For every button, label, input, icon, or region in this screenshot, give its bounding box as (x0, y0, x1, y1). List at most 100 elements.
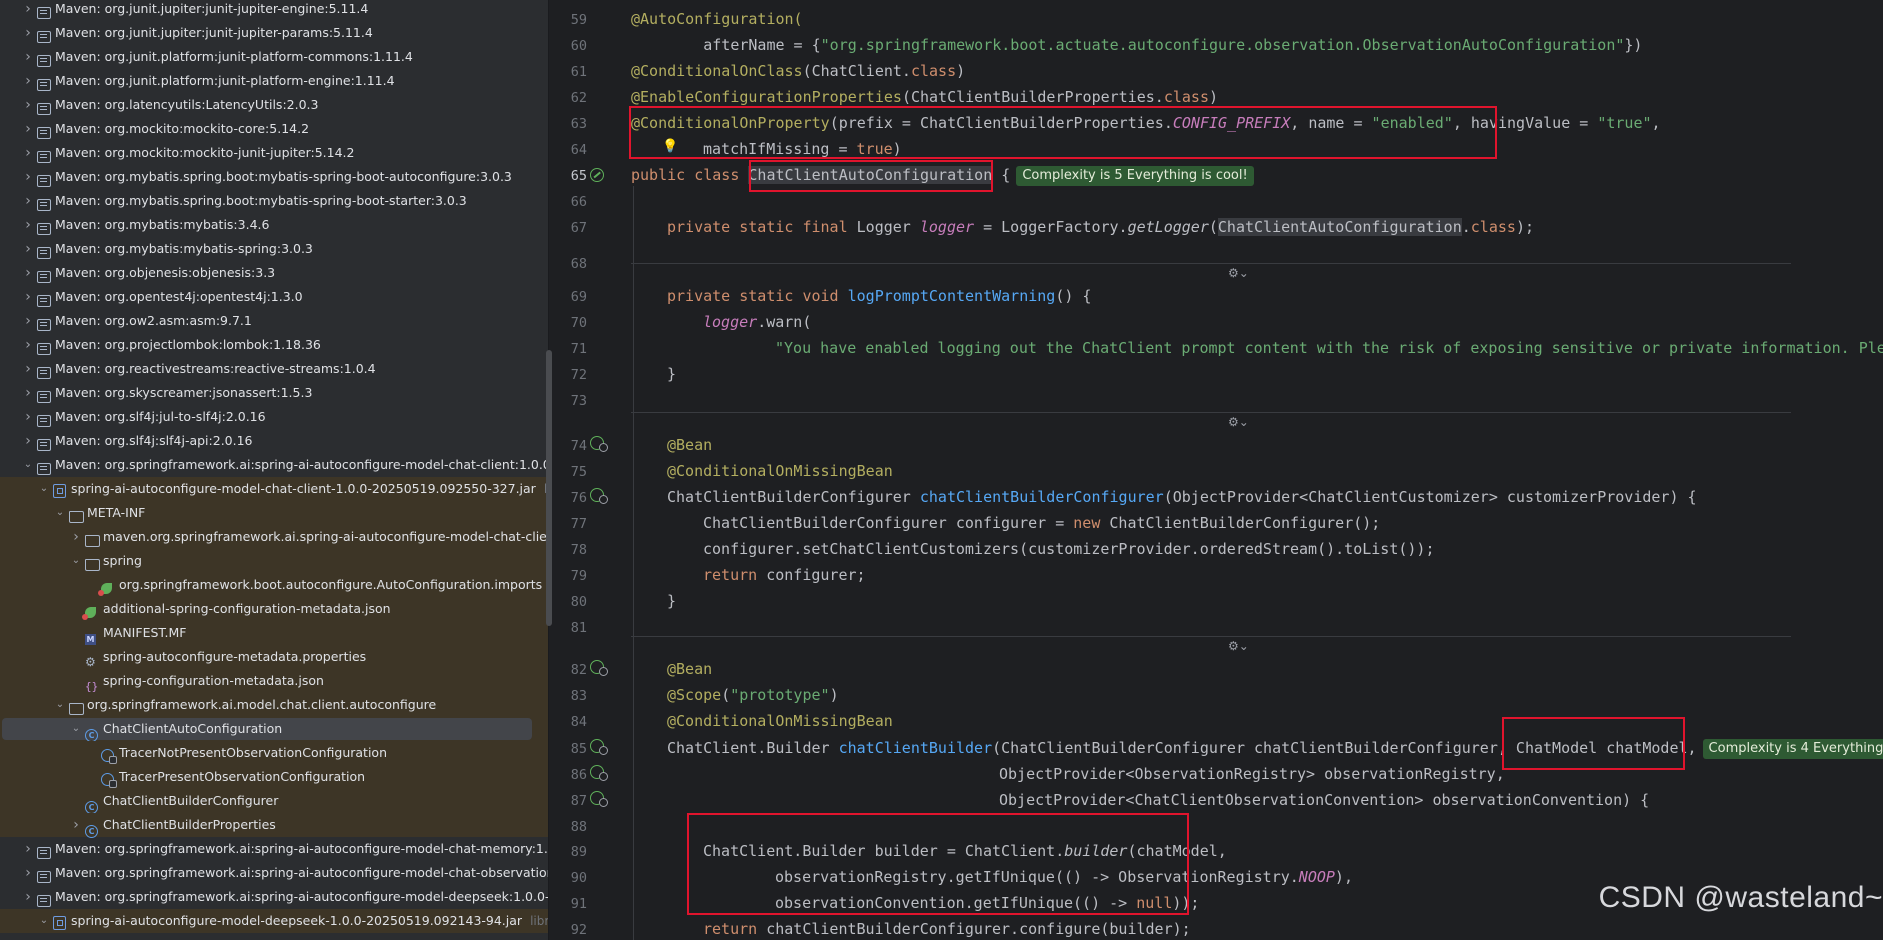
line-number: 63 (570, 116, 587, 132)
tree-row[interactable]: ⌄ spring-ai-autoconfigure-model-deepseek-… (0, 909, 548, 933)
inlay-hint-icon[interactable]: ⚙⌄ (1228, 639, 1249, 653)
tree-row[interactable]: org.springframework.boot.autoconfigure.A… (0, 573, 548, 597)
tree-row[interactable]: › Maven: org.springframework.ai:spring-ai… (0, 837, 548, 861)
code-line-60: afterName = {"org.springframework.boot.a… (631, 36, 1642, 54)
chevron-down-icon[interactable]: ⌄ (69, 549, 83, 573)
tree-row[interactable]: › Maven: org.mybatis:mybatis-spring:3.0.3 (0, 237, 548, 261)
tree-row[interactable]: › Maven: org.ow2.asm:asm:9.7.1 (0, 309, 548, 333)
chevron-right-icon[interactable]: › (21, 21, 35, 45)
chevron-right-icon[interactable]: › (21, 357, 35, 381)
tree-row[interactable]: › Maven: org.objenesis:objenesis:3.3 (0, 261, 548, 285)
chevron-right-icon[interactable]: › (21, 141, 35, 165)
folder-icon (69, 506, 84, 523)
chevron-right-icon[interactable]: › (69, 813, 83, 837)
inlay-hint-icon[interactable]: ⚙⌄ (1228, 266, 1249, 280)
tree-row[interactable]: › Maven: org.junit.platform:junit-platfor… (0, 69, 548, 93)
bean-gutter-icon[interactable] (590, 660, 608, 676)
chevron-down-icon[interactable]: ⌄ (21, 453, 35, 477)
tree-row-label: Maven: org.mybatis:mybatis:3.4.6 (55, 217, 270, 232)
chevron-right-icon[interactable]: › (21, 885, 35, 909)
chevron-down-icon[interactable]: ⌄ (37, 909, 51, 933)
tree-row[interactable]: ⌄ spring-ai-autoconfigure-model-chat-clie… (0, 477, 548, 501)
tree-row[interactable]: › Maven: org.reactivestreams:reactive-str… (0, 357, 548, 381)
bean-gutter-icon[interactable] (590, 791, 608, 807)
tree-row[interactable]: › Maven: org.mybatis.spring.boot:mybatis-… (0, 189, 548, 213)
code-editor[interactable]: ⚙⌄ ⚙⌄ ⚙⌄ 59 60 61 62 63 64 65 66 67 68 69 70 71 72 73 7… (549, 0, 1883, 940)
chevron-right-icon[interactable]: › (21, 189, 35, 213)
tree-row[interactable]: › C ChatClientBuilderProperties (0, 813, 548, 838)
tree-row[interactable]: › Maven: org.mockito:mockito-junit-jupite… (0, 141, 548, 165)
chevron-right-icon[interactable]: › (21, 117, 35, 141)
chevron-right-icon[interactable]: › (21, 165, 35, 189)
spring-config-gutter-icon[interactable] (590, 168, 604, 182)
tree-row[interactable]: › Maven: org.springframework.ai:spring-ai… (0, 885, 548, 909)
chevron-right-icon[interactable]: › (21, 405, 35, 429)
tree-row[interactable]: TracerPresentObservationConfiguration (0, 765, 548, 789)
class-icon: C (85, 794, 99, 814)
tree-row[interactable]: › Maven: org.junit.jupiter:junit-jupiter-… (0, 21, 548, 45)
chevron-right-icon[interactable]: › (21, 93, 35, 117)
folder-icon (69, 698, 84, 715)
complexity-badge[interactable]: Complexity is 4 Everything is cool! (1702, 739, 1883, 759)
chevron-right-icon[interactable]: › (21, 213, 35, 237)
tree-row[interactable]: › Maven: org.mockito:mockito-core:5.14.2 (0, 117, 548, 141)
code-token: } (667, 592, 677, 610)
tree-row[interactable]: C ChatClientBuilderConfigurer (0, 789, 548, 814)
chevron-down-icon[interactable]: ⌄ (53, 693, 67, 717)
tree-row[interactable]: TracerNotPresentObservationConfiguration (0, 741, 548, 765)
chevron-right-icon[interactable]: › (21, 861, 35, 885)
tree-row[interactable]: › Maven: org.projectlombok:lombok:1.18.36 (0, 333, 548, 357)
tree-row[interactable]: › Maven: org.slf4j:slf4j-api:2.0.16 (0, 429, 548, 453)
chevron-right-icon[interactable]: › (21, 837, 35, 861)
code-line-72: } (667, 365, 676, 383)
tree-row[interactable]: › Maven: org.junit.platform:junit-platfor… (0, 45, 548, 69)
chevron-down-icon[interactable]: ⌄ (53, 501, 67, 525)
tree-row[interactable]: ⌄ Maven: org.springframework.ai:spring-ai… (0, 453, 548, 477)
library-icon (37, 242, 51, 259)
bean-gutter-icon[interactable] (590, 765, 608, 781)
tree-row[interactable]: M MANIFEST.MF (0, 621, 548, 645)
tree-row[interactable]: ⌄ C ChatClientAutoConfiguration (0, 717, 548, 742)
tree-row[interactable]: {} spring-configuration-metadata.json (0, 669, 548, 693)
tree-row[interactable]: › Maven: org.slf4j:jul-to-slf4j:2.0.16 (0, 405, 548, 429)
tree-row[interactable]: › Maven: org.springframework.ai:spring-ai… (0, 861, 548, 885)
chevron-right-icon[interactable]: › (21, 333, 35, 357)
chevron-right-icon[interactable]: › (21, 0, 35, 21)
inlay-hint-icon[interactable]: ⚙⌄ (1228, 415, 1249, 429)
chevron-down-icon[interactable]: ⌄ (37, 477, 51, 501)
tree-row[interactable]: ⌄ META-INF (0, 501, 548, 525)
chevron-right-icon[interactable]: › (21, 285, 35, 309)
bean-gutter-icon[interactable] (590, 436, 608, 452)
chevron-down-icon[interactable]: ⌄ (69, 717, 83, 741)
chevron-right-icon[interactable]: › (21, 429, 35, 453)
tree-row-label: Maven: org.skyscreamer:jsonassert:1.5.3 (55, 385, 313, 400)
tree-row[interactable]: › Maven: org.junit.jupiter:junit-jupiter-… (0, 0, 548, 21)
tree-row[interactable]: › Maven: org.opentest4j:opentest4j:1.3.0 (0, 285, 548, 309)
tree-row[interactable]: › Maven: org.latencyutils:LatencyUtils:2.… (0, 93, 548, 117)
code-line-75: @ConditionalOnMissingBean (667, 462, 893, 480)
code-token: ChatClientBuilderConfigurer(); (1109, 514, 1381, 532)
chevron-right-icon[interactable]: › (21, 69, 35, 93)
tree-row[interactable]: additional-spring-configuration-metadata… (0, 597, 548, 621)
complexity-badge[interactable]: Complexity is 5 Everything is cool! (1016, 166, 1254, 186)
chevron-right-icon[interactable]: › (21, 261, 35, 285)
tree-scrollbar[interactable] (546, 350, 552, 626)
bean-gutter-icon[interactable] (590, 488, 608, 504)
code-token: , (1651, 114, 1661, 132)
chevron-right-icon[interactable]: › (69, 525, 83, 549)
line-number: 66 (570, 194, 587, 210)
bean-gutter-icon[interactable] (590, 739, 608, 755)
tree-row[interactable]: ⚙ spring-autoconfigure-metadata.propertie… (0, 645, 548, 669)
chevron-right-icon[interactable]: › (21, 237, 35, 261)
tree-row[interactable]: ⌄ org.springframework.ai.model.chat.clien… (0, 693, 548, 717)
chevron-right-icon[interactable]: › (21, 381, 35, 405)
class-icon: C (85, 722, 99, 742)
chevron-right-icon[interactable]: › (21, 309, 35, 333)
tree-row[interactable]: › Maven: org.skyscreamer:jsonassert:1.5.3 (0, 381, 548, 405)
chevron-right-icon[interactable]: › (21, 45, 35, 69)
tree-row[interactable]: › maven.org.springframework.ai.spring-ai-… (0, 525, 548, 549)
tree-row[interactable]: › Maven: org.mybatis:mybatis:3.4.6 (0, 213, 548, 237)
tree-row[interactable]: › Maven: org.mybatis.spring.boot:mybatis-… (0, 165, 548, 189)
jar-icon (53, 914, 67, 930)
tree-row[interactable]: ⌄ spring (0, 549, 548, 573)
